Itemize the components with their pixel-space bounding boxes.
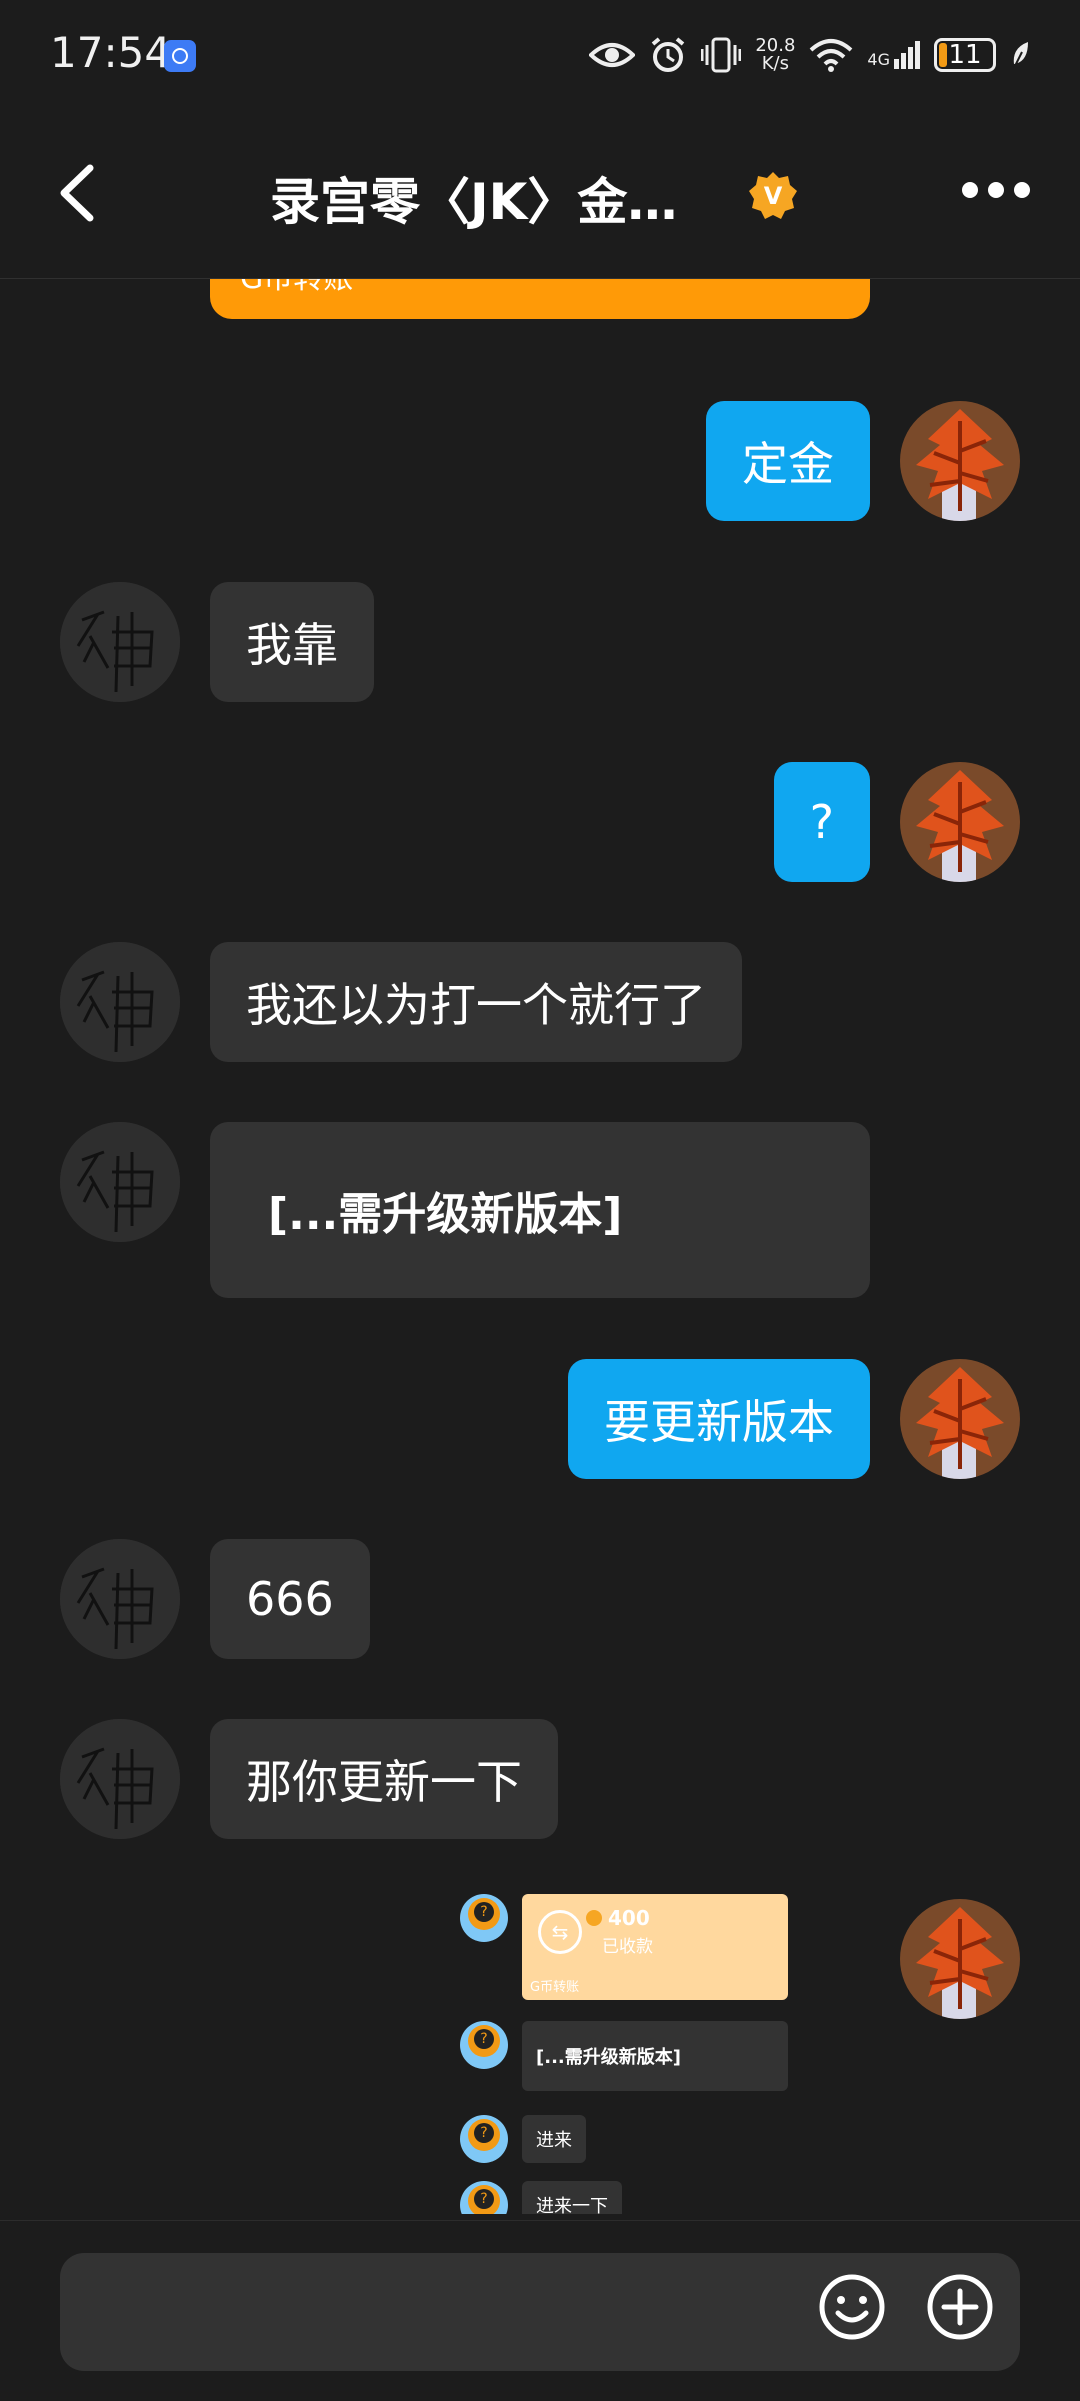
net-speed-unit: K/s [761,53,789,74]
message-bubble-incoming[interactable]: 我靠 [210,582,374,702]
clock-app-icon [164,40,196,72]
transfer-amount: 400 [608,1906,650,1930]
net-speed: 20.8 K/s [755,37,795,73]
wifi-icon [810,39,853,72]
battery-indicator: 11 [934,38,996,72]
mini-avatar [460,1894,508,1942]
signal-bar-3-icon [908,47,913,69]
coin-transfer-label: G币转账 [240,279,353,297]
more-options-button[interactable] [962,182,1030,198]
unsupported-message[interactable]: [...需升级新版本] [210,1122,870,1298]
mini-transfer-card: ⇆ 400 已收款 G币转账 [522,1894,788,2000]
leaf-icon [1013,42,1028,69]
eye-icon [589,43,636,67]
input-bar [0,2220,1080,2401]
message-list[interactable]: G币转账 定金 我靠 ? 我还以为打一个就行了 [...需升级新版本] 要更新版… [0,279,1080,2219]
add-attachment-button[interactable] [926,2273,994,2341]
coin-transfer-card[interactable]: G币转账 [210,279,870,319]
signal-bar-4-icon [915,41,920,69]
unsupported-message-text: [...需升级新版本] [268,1189,623,1240]
chat-title[interactable]: 录宫零〈JK〉金… [270,162,677,234]
mini-avatar [460,2181,508,2214]
mini-avatar [460,2115,508,2163]
message-bubble-outgoing[interactable]: 定金 [706,401,870,521]
alarm-icon [652,37,685,72]
signal-bar-1-icon [894,59,899,69]
transfer-label: G币转账 [530,1980,580,1995]
contact-avatar[interactable] [60,1122,180,1242]
network-type: 4G [867,50,890,69]
mini-message: 进来 [522,2115,586,2163]
my-avatar[interactable] [900,1899,1020,2019]
more-dot-icon [988,182,1004,198]
transfer-status: 已收款 [602,1937,653,1957]
verified-badge-letter: V [764,182,783,210]
contact-avatar[interactable] [60,1719,180,1839]
back-button[interactable] [50,158,110,228]
mini-avatar [460,2021,508,2069]
status-time: 17:54 [50,28,172,77]
transfer-icon: ⇆ [538,1910,582,1954]
chat-header: 录宫零〈JK〉金… V [0,110,1080,279]
message-bubble-incoming[interactable]: 我还以为打一个就行了 [210,942,742,1062]
contact-avatar[interactable] [60,1539,180,1659]
message-bubble-incoming[interactable]: 那你更新一下 [210,1719,558,1839]
my-avatar[interactable] [900,401,1020,521]
more-dot-icon [962,182,978,198]
my-avatar[interactable] [900,762,1020,882]
contact-avatar[interactable] [60,582,180,702]
message-bubble-outgoing[interactable]: ? [773,762,870,882]
coin-icon [586,1910,602,1926]
image-message[interactable]: ⇆ 400 已收款 G币转账 [...需升级新版本] 进来 进来一下 [460,1894,790,2214]
my-avatar[interactable] [900,1359,1020,1479]
message-bubble-incoming[interactable]: 666 [210,1539,370,1659]
mini-message: 进来一下 [522,2181,622,2214]
status-bar: 17:54 20.8 K/s 4G 11 [0,0,1080,110]
message-bubble-outgoing[interactable]: 要更新版本 [568,1359,870,1479]
contact-avatar[interactable] [60,942,180,1062]
signal-bar-2-icon [901,53,906,69]
vibrate-icon [701,37,742,73]
more-dot-icon [1014,182,1030,198]
status-icons: 20.8 K/s 4G 11 [589,30,1032,80]
emoji-button[interactable] [818,2273,886,2341]
verified-badge-icon: V [749,172,797,219]
cellular-signal: 4G [867,41,920,69]
mini-message: [...需升级新版本] [522,2021,788,2091]
